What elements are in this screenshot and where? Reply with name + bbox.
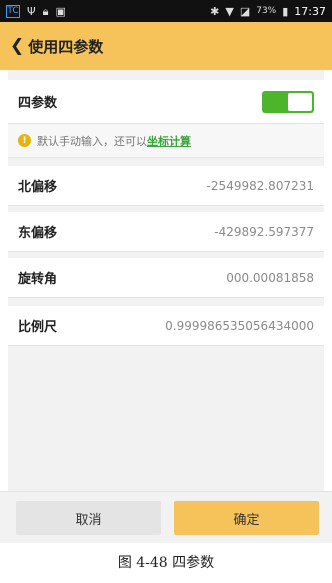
- field-label: 比例尺: [18, 320, 58, 335]
- clock-time: 17:37: [294, 4, 326, 18]
- wifi-icon: ▼: [225, 4, 234, 18]
- app-icon: TC: [6, 4, 20, 18]
- field-value[interactable]: 0.999986535056434000: [165, 319, 314, 333]
- back-arrow-icon[interactable]: ❮: [10, 37, 24, 55]
- status-left-icons: TC Ψ 🔒︎ ▣: [6, 4, 66, 18]
- lock-icon: 🔒︎: [42, 4, 49, 18]
- field-row-rotation[interactable]: 旋转角 000.00081858: [8, 258, 324, 298]
- field-label: 旋转角: [18, 272, 58, 287]
- hint-text: 默认手动输入，还可以: [37, 134, 147, 148]
- four-param-label: 四参数: [18, 96, 58, 111]
- usb-icon: Ψ: [27, 4, 36, 18]
- page-title: 使用四参数: [28, 37, 104, 56]
- input-hint: ! 默认手动输入，还可以 坐标计算: [8, 124, 324, 158]
- params-content: 四参数 ! 默认手动输入，还可以 坐标计算 北偏移 -2549982.80723…: [8, 70, 324, 491]
- field-value[interactable]: -429892.597377: [214, 225, 314, 239]
- figure-caption: 图 4-48 四参数: [117, 555, 215, 571]
- status-bar: TC Ψ 🔒︎ ▣ ✱ ▼ ◪ 73% ▮ 17:37: [0, 0, 332, 22]
- field-row-scale[interactable]: 比例尺 0.999986535056434000: [8, 306, 324, 346]
- field-row-north-offset[interactable]: 北偏移 -2549982.807231: [8, 166, 324, 206]
- signal-icon: ◪: [239, 4, 251, 18]
- field-label: 北偏移: [18, 180, 58, 195]
- cancel-button[interactable]: 取消: [16, 501, 161, 535]
- app-bar: ❮ 使用四参数: [0, 22, 332, 70]
- bottom-action-bar: 取消 确定: [0, 491, 332, 543]
- confirm-button[interactable]: 确定: [174, 501, 319, 535]
- battery-percent: 73%: [256, 6, 277, 16]
- field-label: 东偏移: [18, 226, 58, 241]
- four-param-toggle-row[interactable]: 四参数: [8, 80, 324, 124]
- field-value[interactable]: 000.00081858: [226, 271, 314, 285]
- four-param-toggle[interactable]: [262, 90, 314, 113]
- field-value[interactable]: -2549982.807231: [207, 179, 314, 193]
- photo-icon: ▣: [55, 4, 66, 18]
- battery-icon: ▮: [282, 4, 289, 18]
- coordinate-calc-link[interactable]: 坐标计算: [147, 133, 191, 149]
- toggle-knob: [288, 92, 312, 111]
- bluetooth-icon: ✱: [210, 4, 220, 18]
- field-row-east-offset[interactable]: 东偏移 -429892.597377: [8, 212, 324, 252]
- status-right-icons: ✱ ▼ ◪ 73% ▮ 17:37: [210, 5, 326, 18]
- info-icon: !: [18, 134, 31, 147]
